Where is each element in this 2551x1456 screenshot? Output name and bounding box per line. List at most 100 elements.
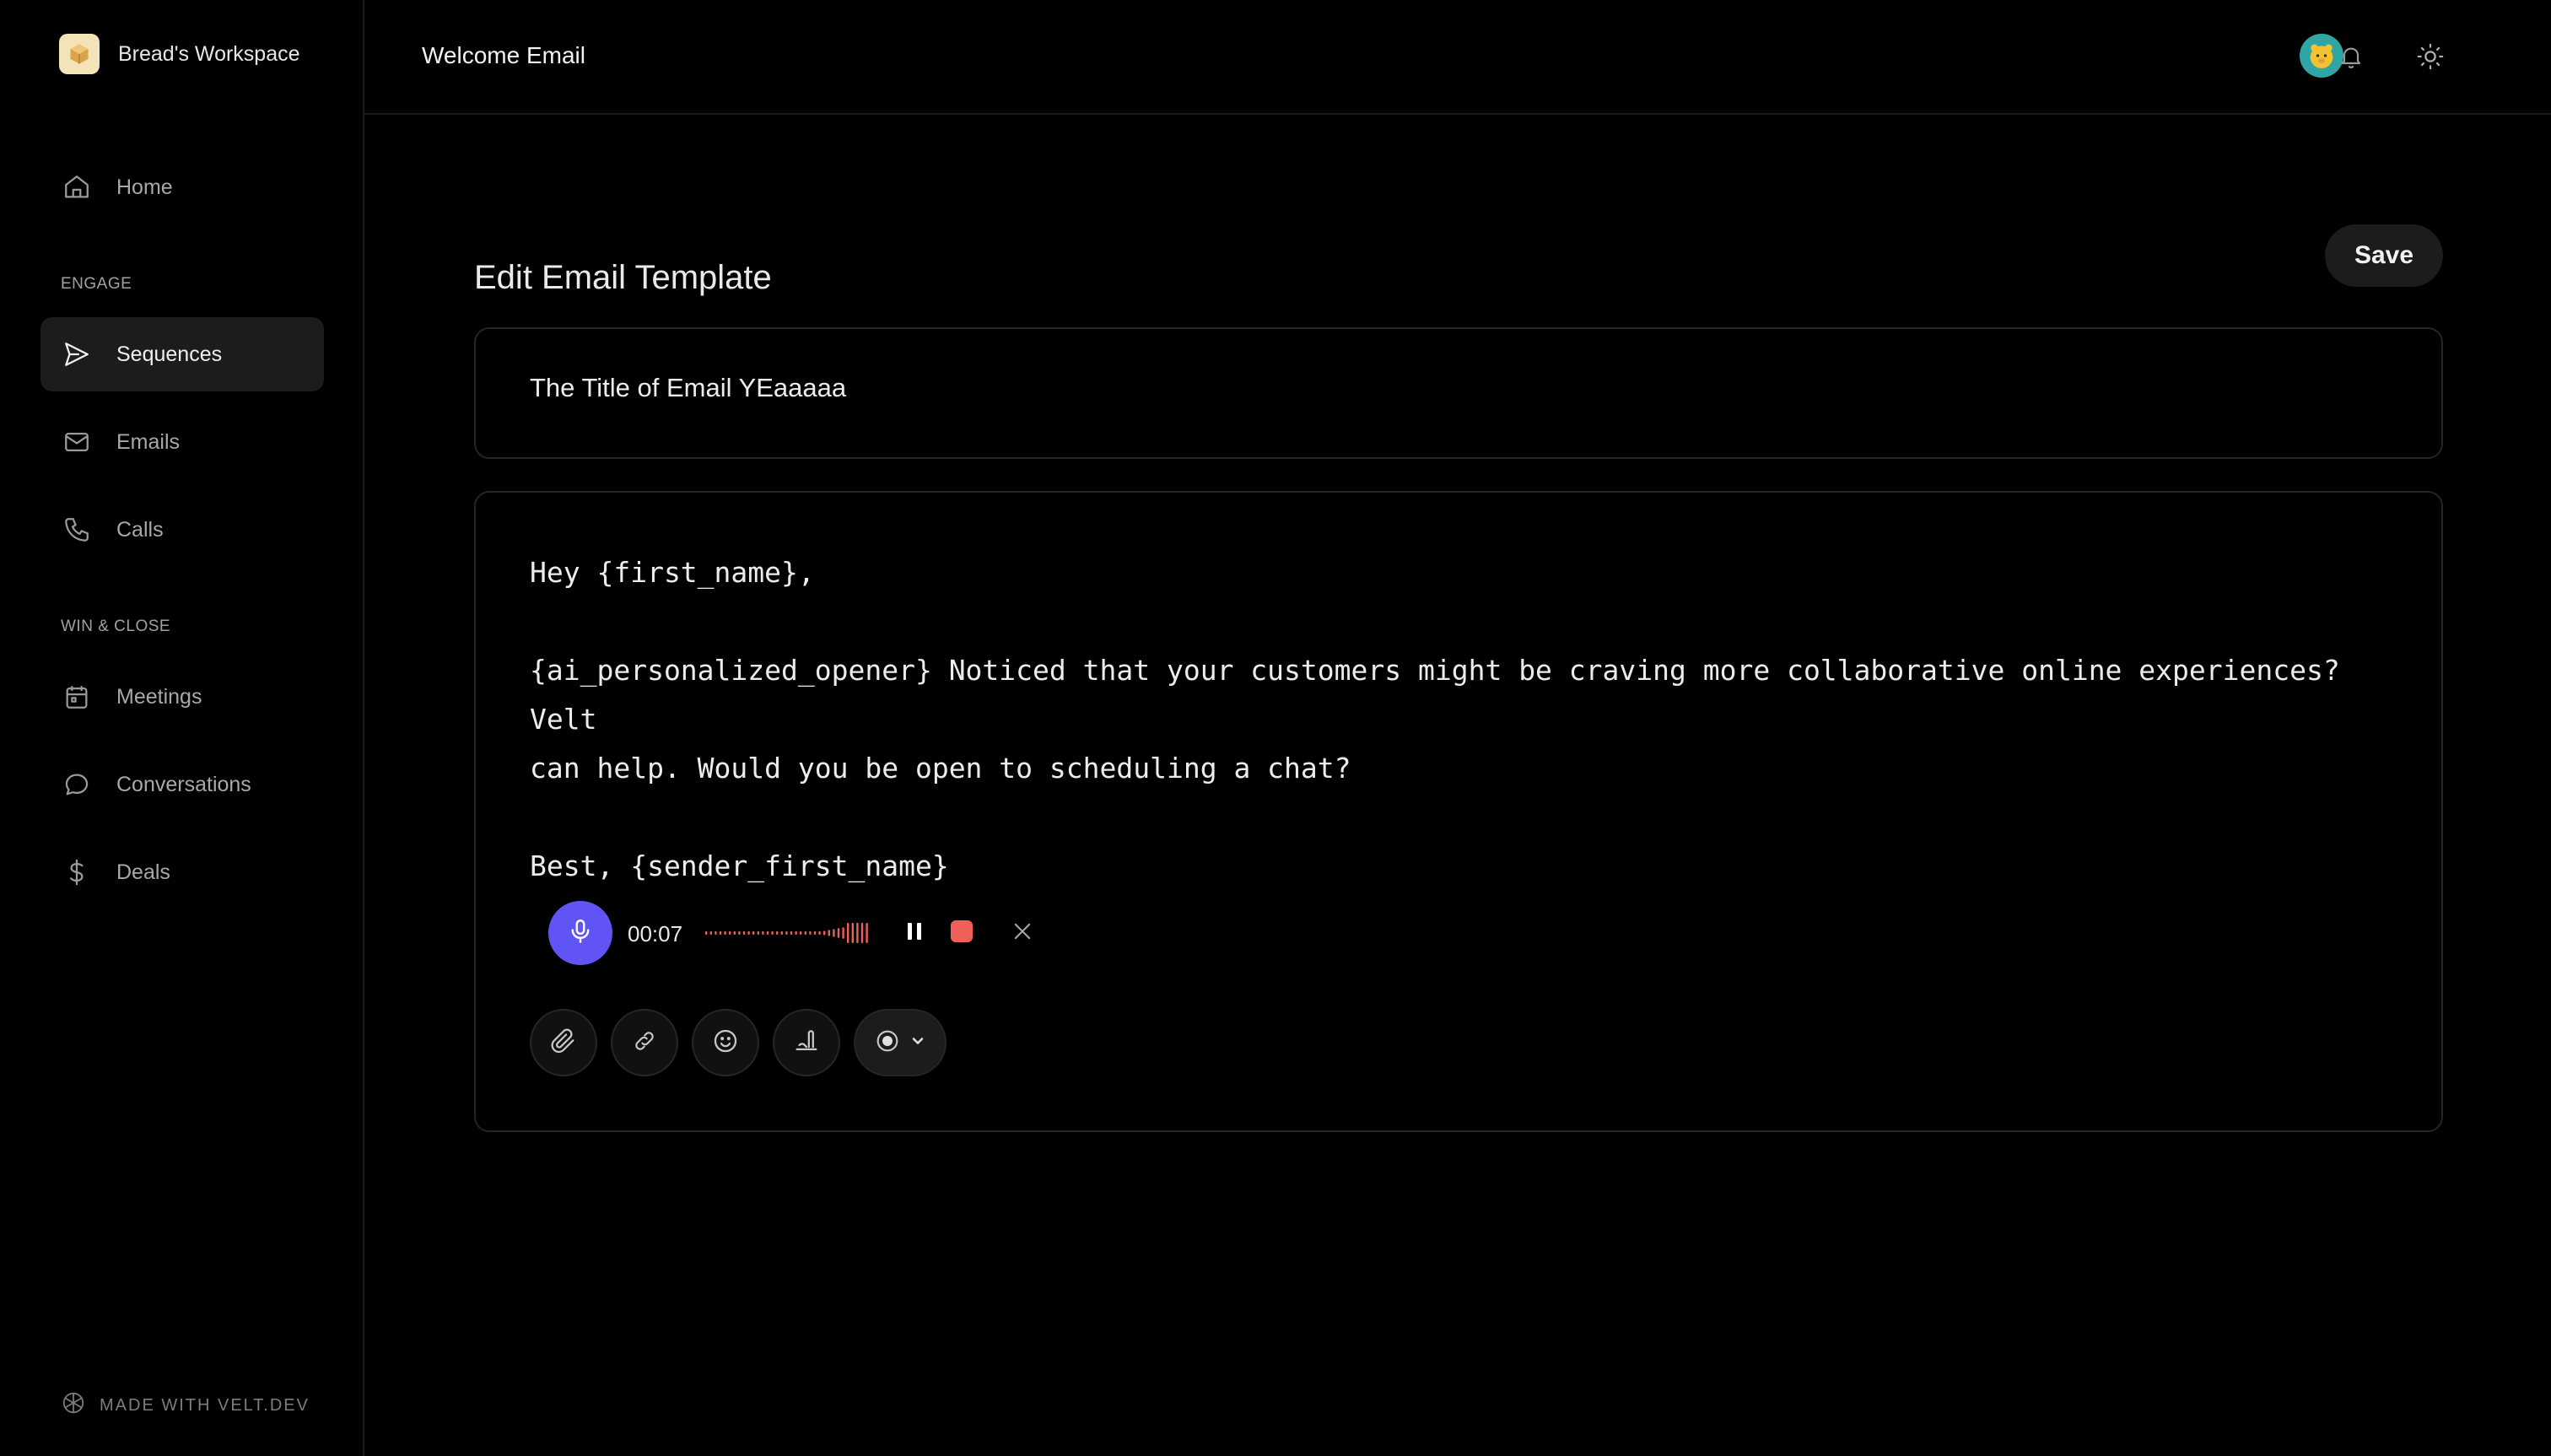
mail-icon: [61, 426, 93, 458]
waveform-bar: [738, 931, 741, 935]
email-body-text[interactable]: Hey {first_name}, {ai_personalized_opene…: [530, 548, 2386, 891]
waveform-bar: [847, 923, 849, 943]
save-button[interactable]: Save: [2325, 224, 2443, 287]
waveform-bar: [856, 923, 859, 943]
waveform-bar: [762, 931, 764, 935]
waveform-bar: [719, 931, 722, 935]
waveform-bar: [860, 923, 864, 943]
emoji-icon: [711, 1027, 740, 1060]
waveform-bar: [742, 931, 746, 935]
microphone-button[interactable]: [548, 901, 612, 965]
calendar-icon: [61, 681, 93, 713]
sidebar-item-label: Deals: [116, 860, 170, 884]
sidebar-item-label: Sequences: [116, 342, 223, 366]
body-greeting: Hey {first_name},: [530, 556, 815, 589]
workspace-name: Bread's Workspace: [118, 41, 300, 66]
send-icon: [61, 338, 93, 370]
waveform-bar: [800, 931, 802, 935]
sidebar-item-conversations[interactable]: Conversations: [40, 747, 324, 822]
link-button[interactable]: [611, 1009, 678, 1076]
dollar-icon: [61, 856, 93, 888]
waveform-bar: [733, 931, 736, 935]
signature-button[interactable]: [773, 1009, 840, 1076]
waveform-bar: [757, 931, 759, 935]
waveform-bar: [715, 931, 717, 935]
sun-icon[interactable]: [2414, 40, 2446, 73]
box-icon: [59, 34, 100, 74]
waveform-bar: [752, 931, 755, 935]
waveform-bar: [842, 927, 844, 939]
waveform-bar: [709, 931, 712, 935]
waveform-bar: [833, 929, 835, 937]
waveform-bar: [780, 931, 783, 935]
body-paragraph-line: {ai_personalized_opener} Noticed that yo…: [530, 654, 2340, 736]
recording-timer: 00:07: [628, 921, 683, 946]
sidebar-item-sequences[interactable]: Sequences: [40, 317, 324, 391]
waveform-bar: [795, 931, 797, 935]
sidebar-item-label: Emails: [116, 429, 181, 454]
waveform-bar: [771, 931, 774, 935]
section-label-engage: ENGAGE: [61, 275, 132, 293]
email-body-editor[interactable]: Hey {first_name}, {ai_personalized_opene…: [474, 491, 2443, 1132]
body-signoff: Best, {sender_first_name}: [530, 849, 949, 882]
waveform-bar: [766, 931, 769, 935]
velt-logo-icon: [61, 1390, 86, 1421]
sidebar-item-deals[interactable]: Deals: [40, 835, 324, 909]
attach-icon: [549, 1027, 578, 1060]
waveform-bar: [705, 931, 708, 935]
attach-button[interactable]: [530, 1009, 597, 1076]
chat-icon: [61, 768, 93, 801]
sidebar-item-emails[interactable]: Emails: [40, 405, 324, 479]
link-icon: [631, 1027, 658, 1059]
cancel-recording-button[interactable]: [1007, 918, 1038, 948]
sidebar-item-label: Conversations: [116, 772, 251, 796]
home-icon: [61, 171, 93, 203]
subject-input[interactable]: [530, 373, 2301, 403]
sidebar-item-label: Calls: [116, 517, 164, 542]
signature-icon: [792, 1027, 821, 1060]
page-title: Welcome Email: [422, 42, 585, 68]
waveform-bar: [837, 928, 840, 938]
waveform-bar: [823, 930, 826, 936]
body-paragraph-line: can help. Would you be open to schedulin…: [530, 752, 1351, 785]
waveform-bar: [804, 931, 806, 935]
stop-button[interactable]: [947, 918, 977, 948]
waveform-bar: [724, 931, 726, 935]
waveform-bar: [818, 931, 821, 935]
sidebar-item-label: Meetings: [116, 684, 202, 709]
workspace-switcher[interactable]: Bread's Workspace: [59, 34, 300, 74]
subject-field-container: [474, 327, 2443, 459]
pause-icon: [904, 919, 925, 947]
editor-heading: Edit Email Template: [474, 258, 772, 296]
made-with-velt-link[interactable]: MADE WITH VELT.DEV: [61, 1390, 310, 1421]
microphone-icon: [566, 917, 595, 950]
sidebar-item-meetings[interactable]: Meetings: [40, 660, 324, 734]
sidebar-item-calls[interactable]: Calls: [40, 493, 324, 567]
top-bar: Welcome Email: [364, 0, 2551, 115]
waveform-bar: [776, 931, 779, 935]
waveform-bar: [729, 931, 731, 935]
pause-button[interactable]: [899, 918, 930, 948]
waveform-bar: [790, 931, 793, 935]
waveform-bar: [813, 931, 817, 935]
waveform-bar: [809, 931, 812, 935]
waveform-bar: [828, 930, 830, 936]
section-label-win-close: WIN & CLOSE: [61, 617, 171, 635]
sidebar-item-home[interactable]: Home: [40, 150, 324, 224]
waveform-bar: [747, 931, 750, 935]
record-icon: [874, 1027, 901, 1059]
stop-icon: [949, 919, 974, 948]
sidebar: Bread's Workspace Home ENGAGE Sequences …: [0, 0, 364, 1456]
sidebar-item-label: Home: [116, 175, 173, 199]
bell-icon[interactable]: [2335, 40, 2367, 73]
record-options-dropdown[interactable]: [854, 1009, 947, 1076]
chevron-down-icon: [909, 1033, 926, 1054]
close-icon: [1011, 919, 1034, 947]
emoji-button[interactable]: [692, 1009, 759, 1076]
waveform-bar: [785, 931, 788, 935]
audio-waveform: [705, 923, 868, 943]
footer-label: MADE WITH VELT.DEV: [100, 1395, 310, 1415]
waveform-bar: [866, 923, 868, 943]
phone-icon: [61, 514, 93, 546]
voice-recorder: 00:07: [548, 901, 1054, 965]
